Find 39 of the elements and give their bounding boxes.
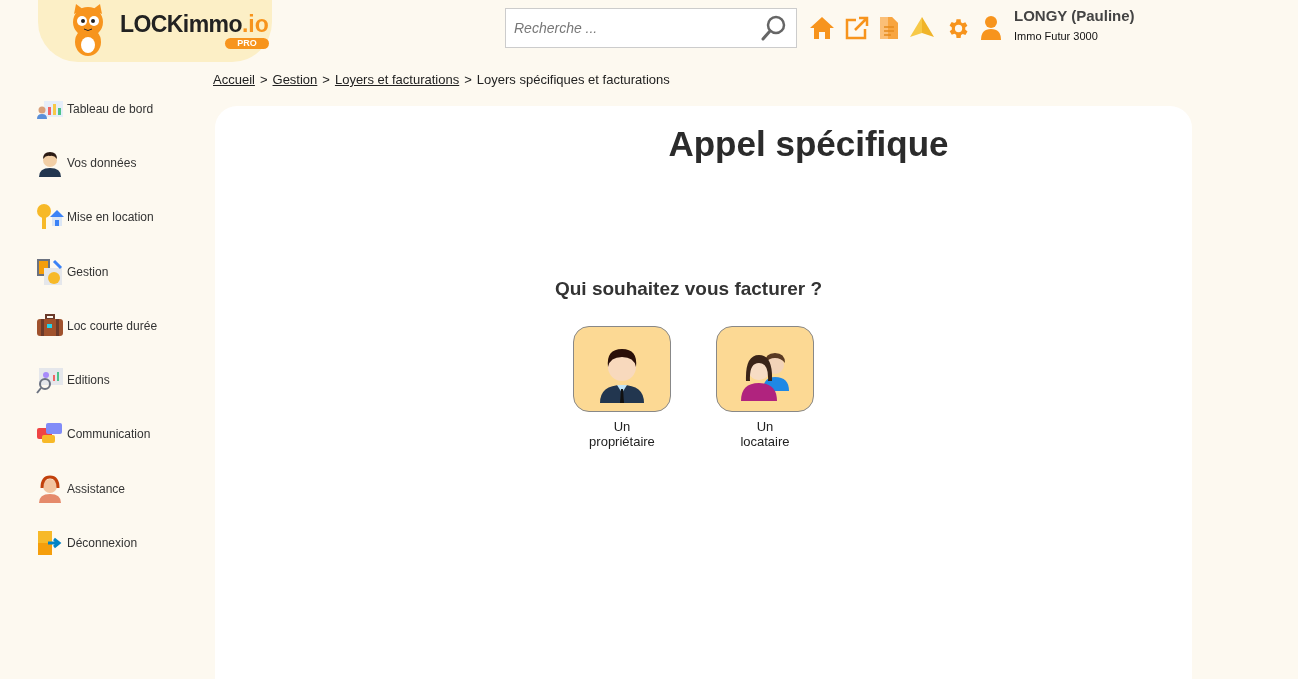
breadcrumb-link[interactable]: Gestion — [272, 70, 318, 90]
breadcrumb-link[interactable]: Accueil — [213, 70, 255, 90]
sidebar-item[interactable]: Déconnexion — [67, 534, 138, 552]
breadcrumb-separator: > — [464, 71, 472, 90]
agency-name: Immo Futur 3000 — [1014, 28, 1099, 44]
monitor-magnifier-icon — [36, 366, 64, 395]
question-heading: Qui souhaitez vous facturer ? — [554, 276, 823, 301]
external-link-icon[interactable] — [845, 16, 869, 40]
logout-door-icon — [36, 529, 64, 557]
page-title: Appel spécifique — [668, 123, 949, 165]
breadcrumb-separator: > — [259, 71, 268, 90]
sidebar-item[interactable]: Editions — [67, 371, 110, 390]
sidebar-item[interactable]: Gestion — [67, 262, 109, 281]
sidebar-item[interactable]: Vos données — [67, 153, 137, 172]
key-house-icon — [36, 203, 64, 232]
choice-label: Un locataire — [740, 419, 790, 449]
logo-wordmark: LOCKimmo — [120, 13, 242, 36]
sidebar-item[interactable]: Tableau de bord — [67, 99, 154, 118]
search-field[interactable]: Recherche ... — [505, 8, 797, 48]
sidebar-item[interactable]: Loc courte durée — [67, 316, 158, 335]
breadcrumb-link[interactable]: Loyers et facturations — [334, 70, 460, 90]
document-icon[interactable] — [879, 16, 899, 40]
search-icon[interactable] — [761, 15, 787, 41]
calculator-coin-icon — [36, 257, 64, 286]
breadcrumb-current: Loyers spécifiques et facturations — [476, 71, 670, 90]
sidebar-item[interactable]: Communication — [67, 425, 151, 444]
home-icon[interactable] — [809, 16, 835, 40]
choice-label: Un propriétaire — [589, 419, 655, 449]
user-icon[interactable] — [980, 15, 1002, 41]
choice-button[interactable] — [573, 326, 671, 412]
support-agent-icon — [36, 474, 64, 503]
choice-button[interactable] — [716, 326, 814, 412]
sidebar-item[interactable]: Mise en location — [67, 208, 154, 227]
sidebar-item[interactable]: Assistance — [67, 479, 126, 498]
pro-badge: PRO — [225, 38, 269, 49]
paper-plane-icon[interactable] — [909, 16, 935, 40]
logo-suffix: .io — [241, 13, 269, 36]
breadcrumb-separator: > — [322, 71, 330, 90]
user-name: LONGY (Pauline) — [1014, 6, 1135, 26]
